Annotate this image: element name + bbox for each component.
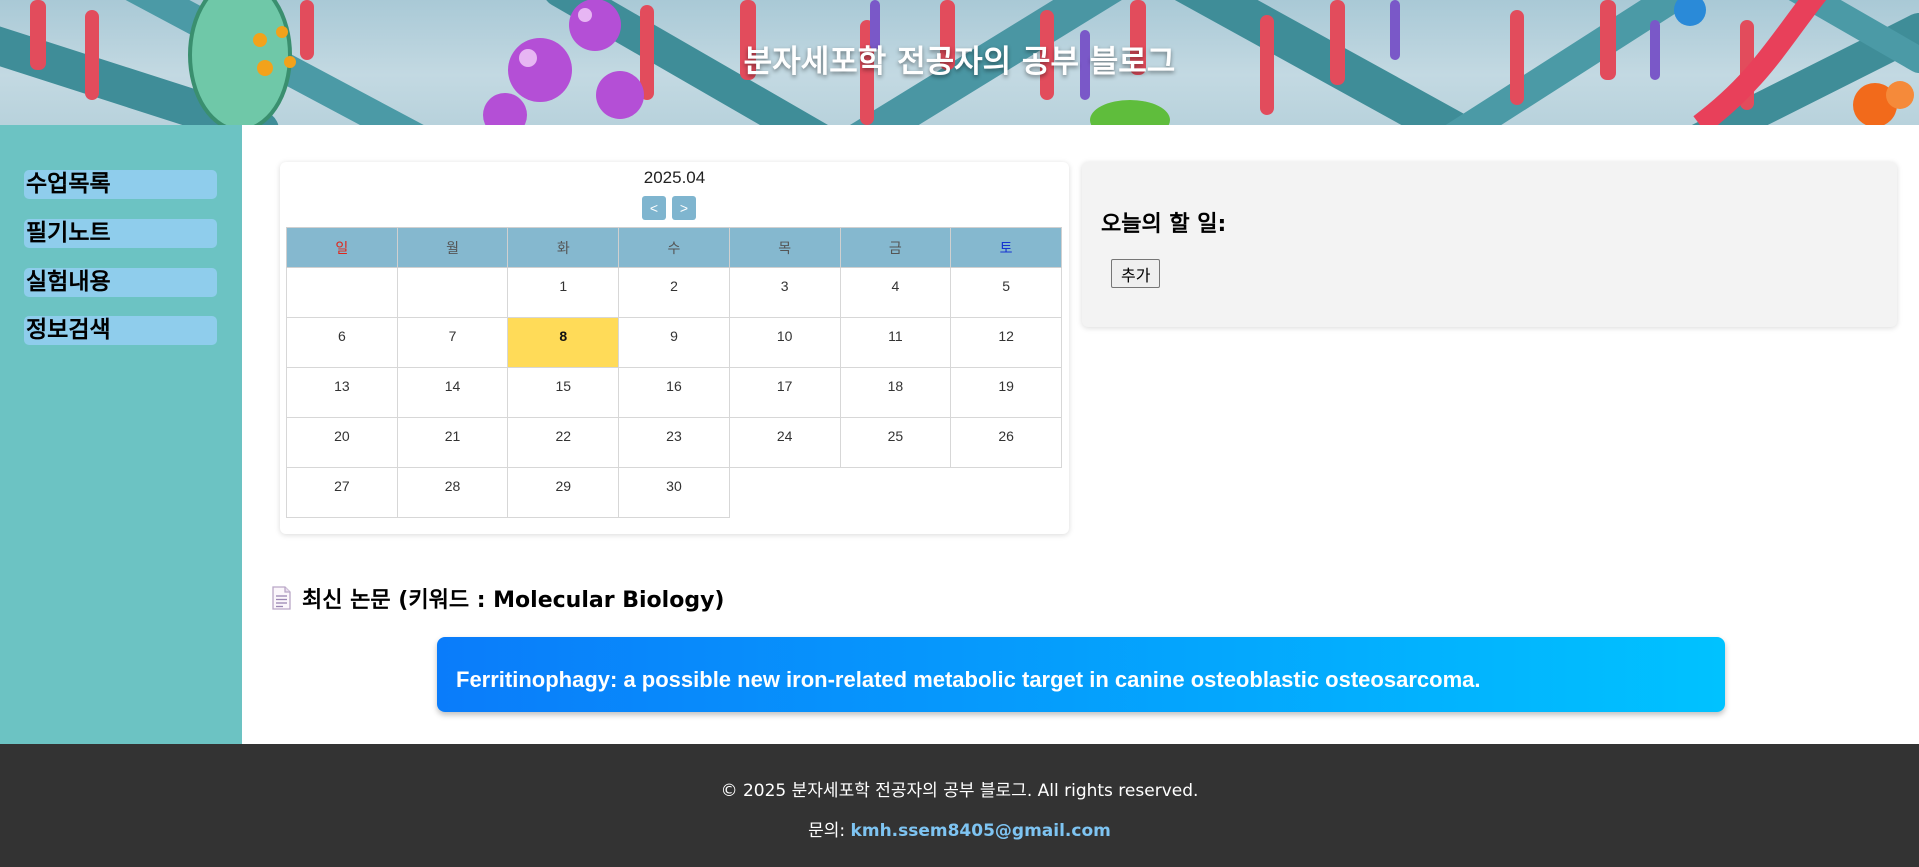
- calendar-week-row: 13 14 15 16 17 18 19: [286, 367, 1062, 418]
- calendar-day-cell[interactable]: 29: [507, 467, 620, 518]
- calendar-weekday-row: 일 월 화 수 목 금 토: [286, 227, 1062, 268]
- calendar-week-row: 20 21 22 23 24 25 26: [286, 417, 1062, 468]
- papers-heading-text: 최신 논문 (키워드 : Molecular Biology): [302, 588, 725, 613]
- calendar-day-cell[interactable]: 6: [286, 317, 398, 368]
- calendar: 2025.04 < > 일 월 화 수 목 금 토 1 2 3 4 5 6 7 8 9 10 11 1…: [280, 162, 1069, 534]
- calendar-day-cell[interactable]: 30: [618, 467, 730, 518]
- calendar-day-cell[interactable]: 3: [728, 267, 841, 318]
- calendar-empty-cell: [950, 467, 1062, 518]
- calendar-day-cell[interactable]: 17: [728, 367, 841, 418]
- document-icon: [272, 586, 291, 610]
- calendar-day-cell[interactable]: 5: [950, 267, 1062, 318]
- weekday-friday: 금: [839, 227, 952, 268]
- calendar-day-cell[interactable]: 22: [507, 417, 620, 468]
- calendar-day-cell[interactable]: 26: [950, 417, 1062, 468]
- footer-contact: 문의: kmh.ssem8405@gmail.com: [0, 816, 1919, 841]
- todo-panel: 오늘의 할 일: 추가: [1082, 162, 1897, 327]
- papers-heading: 최신 논문 (키워드 : Molecular Biology): [271, 582, 724, 614]
- weekday-monday: 월: [396, 227, 509, 268]
- sidebar: 수업목록 필기노트 실험내용 정보검색: [0, 125, 242, 744]
- calendar-day-cell[interactable]: 13: [286, 367, 398, 418]
- calendar-day-cell[interactable]: 28: [396, 467, 509, 518]
- weekday-tuesday: 화: [507, 227, 620, 268]
- calendar-day-cell[interactable]: 21: [396, 417, 509, 468]
- calendar-day-cell[interactable]: 15: [507, 367, 620, 418]
- todo-title: 오늘의 할 일:: [1101, 212, 1227, 237]
- calendar-day-cell[interactable]: 18: [839, 367, 952, 418]
- weekday-sunday: 일: [286, 227, 398, 268]
- calendar-day-cell[interactable]: 20: [286, 417, 398, 468]
- calendar-week-row: 27 28 29 30: [286, 467, 1062, 518]
- site-title: 분자세포학 전공자의 공부 블로그: [743, 44, 1176, 80]
- calendar-month-label: 2025.04: [643, 168, 706, 187]
- calendar-day-cell[interactable]: 12: [950, 317, 1062, 368]
- header-banner: 분자세포학 전공자의 공부 블로그: [0, 0, 1919, 125]
- footer-email-link[interactable]: kmh.ssem8405@gmail.com: [851, 821, 1111, 841]
- calendar-day-cell[interactable]: 4: [839, 267, 952, 318]
- calendar-empty-cell: [396, 267, 509, 318]
- footer-copyright: © 2025 분자세포학 전공자의 공부 블로그. All rights res…: [720, 781, 1199, 801]
- calendar-week-row: 12345: [286, 267, 1062, 318]
- todo-add-button[interactable]: 추가: [1111, 259, 1161, 288]
- calendar-day-cell-today[interactable]: 8: [507, 317, 620, 368]
- weekday-wednesday: 수: [618, 227, 730, 268]
- calendar-empty-cell: [729, 467, 841, 518]
- calendar-grid: 일 월 화 수 목 금 토 1 2 3 4 5 6 7 8 9 10 11 12 13 14 15 16 17 1…: [286, 227, 1062, 518]
- calendar-next-button[interactable]: >: [672, 196, 696, 220]
- weekday-thursday: 목: [728, 227, 841, 268]
- sidebar-item-class-list[interactable]: 수업목록: [24, 170, 217, 199]
- calendar-day-cell[interactable]: 9: [618, 317, 730, 368]
- calendar-day-cell[interactable]: 24: [728, 417, 841, 468]
- calendar-day-cell[interactable]: 27: [286, 467, 398, 518]
- footer: © 2025 분자세포학 전공자의 공부 블로그. All rights res…: [0, 744, 1919, 867]
- calendar-day-cell[interactable]: 19: [950, 367, 1062, 418]
- calendar-body: 1 2 3 4 5 6 7 8 9 10 11 12 13 14 15 16 17 18 19 20 21 22 23 24 2…: [286, 267, 1062, 518]
- footer-contact-label: 문의:: [808, 821, 851, 841]
- paper-item[interactable]: Ferritinophagy: a possible new iron-rela…: [437, 637, 1725, 712]
- sidebar-item-notes[interactable]: 필기노트: [24, 219, 217, 248]
- calendar-day-cell[interactable]: 1: [507, 267, 620, 318]
- calendar-prev-button[interactable]: <: [642, 196, 666, 220]
- calendar-day-cell[interactable]: 23: [618, 417, 730, 468]
- calendar-day-cell[interactable]: 14: [396, 367, 509, 418]
- calendar-day-cell[interactable]: 10: [728, 317, 841, 368]
- calendar-empty-cell: [286, 267, 398, 318]
- calendar-day-cell[interactable]: 7: [396, 317, 509, 368]
- calendar-week-row: 6 7 8 9 10 11 12: [286, 317, 1062, 368]
- sidebar-item-info-search[interactable]: 정보검색: [24, 316, 217, 345]
- sidebar-item-experiments[interactable]: 실험내용: [24, 268, 217, 297]
- calendar-day-cell[interactable]: 2: [618, 267, 730, 318]
- calendar-empty-cell: [840, 467, 951, 518]
- calendar-day-cell[interactable]: 11: [839, 317, 952, 368]
- calendar-day-cell[interactable]: 16: [618, 367, 730, 418]
- weekday-saturday: 토: [950, 227, 1062, 268]
- calendar-day-cell[interactable]: 25: [839, 417, 952, 468]
